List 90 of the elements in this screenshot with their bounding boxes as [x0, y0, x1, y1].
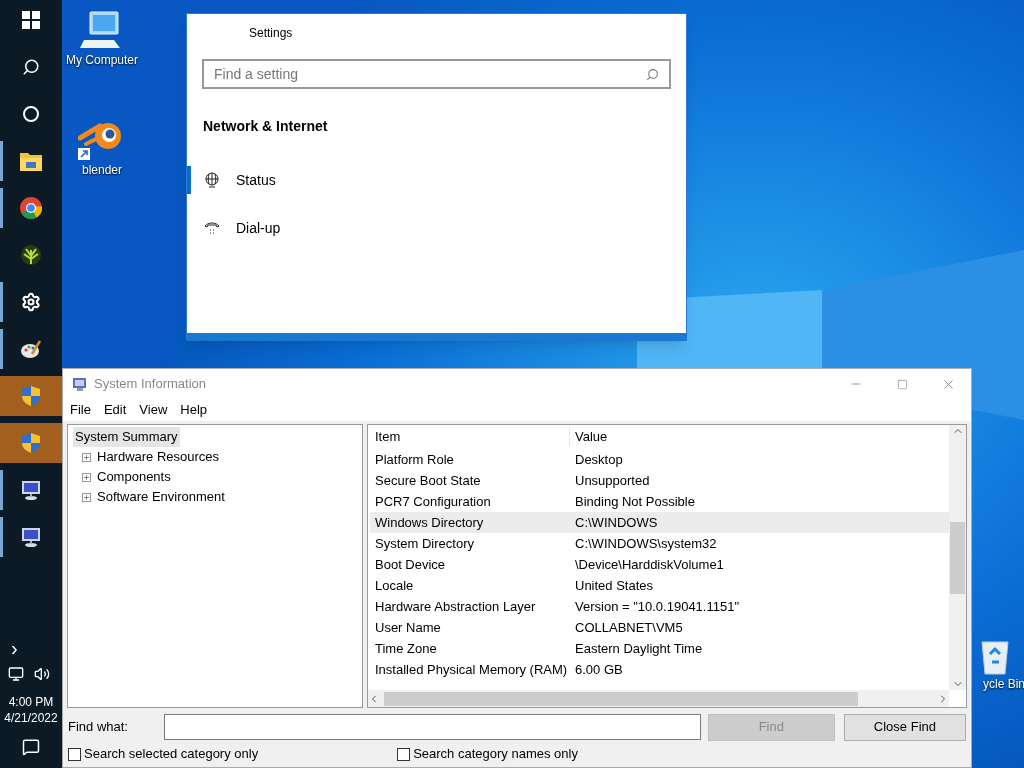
close-find-button[interactable]: Close Find: [843, 713, 966, 741]
windows-logo-icon: [22, 11, 40, 29]
clock-date[interactable]: 4/21/2022: [0, 710, 62, 726]
shield-icon: [21, 432, 41, 454]
phone-icon: [204, 220, 220, 236]
value-cell-text: Unsupported: [574, 471, 650, 490]
desktop-icon-label[interactable]: blender: [82, 162, 122, 178]
find-button: Find: [707, 713, 835, 741]
menu-item[interactable]: View: [139, 400, 168, 420]
clock-time[interactable]: 4:00 PM: [0, 694, 62, 710]
expand-icon[interactable]: [82, 472, 91, 482]
menu-item[interactable]: Edit: [103, 400, 127, 420]
monitor-icon: [20, 526, 42, 548]
expand-icon[interactable]: [82, 452, 91, 462]
menu-item[interactable]: File: [70, 400, 91, 420]
maximize-icon: [896, 378, 908, 390]
column-header[interactable]: Item: [370, 426, 570, 447]
search-icon: [22, 58, 40, 76]
search-icon: [646, 67, 659, 81]
tree-item[interactable]: Hardware Resources: [95, 447, 222, 467]
column-header[interactable]: Value: [570, 426, 608, 447]
item-cell-text: Secure Boot State: [374, 471, 482, 490]
folder-icon: [20, 151, 42, 171]
table-row[interactable]: Platform Role Desktop: [370, 449, 949, 470]
plant-icon: [20, 244, 42, 266]
tree-item[interactable]: Software Environment: [95, 487, 227, 507]
gear-icon: [21, 292, 41, 312]
nav-item[interactable]: Status: [187, 166, 686, 194]
network-icon[interactable]: [8, 666, 24, 682]
value-cell-text: Version = "10.0.19041.1151": [574, 597, 740, 616]
item-cell-text: Installed Physical Memory (RAM): [374, 660, 569, 679]
table-row[interactable]: User Name COLLABNET\VM5: [370, 617, 949, 638]
item-cell-text: Time Zone: [374, 639, 438, 658]
item-cell-text: PCR7 Configuration: [374, 492, 492, 511]
tree-item[interactable]: System Summary: [73, 427, 180, 447]
value-cell-text: United States: [574, 576, 654, 595]
item-cell-text: Boot Device: [374, 555, 447, 574]
table-row[interactable]: Installed Physical Memory (RAM) 6.00 GB: [370, 659, 949, 680]
menu-item[interactable]: Help: [180, 400, 208, 420]
table-row[interactable]: Time Zone Eastern Daylight Time: [370, 638, 949, 659]
value-cell-text: Binding Not Possible: [574, 492, 695, 511]
show-hidden-icons-button[interactable]: ›: [11, 638, 18, 658]
volume-icon[interactable]: [34, 666, 50, 682]
app-icon: [72, 376, 88, 392]
value-cell-text: Desktop: [574, 450, 623, 469]
desktop-icon-label[interactable]: My Computer: [66, 52, 138, 68]
item-cell-text: Hardware Abstraction Layer: [374, 597, 537, 616]
shield-icon: [21, 385, 41, 407]
search-field[interactable]: Find a setting: [202, 59, 671, 89]
value-cell-text: \Device\HarddiskVolume1: [574, 555, 724, 574]
checkbox-label[interactable]: Search category names only: [413, 744, 578, 764]
section-heading: Network & Internet: [203, 117, 328, 136]
item-cell-text: System Directory: [374, 534, 475, 553]
table-row[interactable]: Hardware Abstraction Layer Version = "10.0.19041.1151": [370, 596, 949, 617]
value-cell-text: COLLABNET\VM5: [574, 618, 683, 637]
table-row[interactable]: Boot Device \Device\HarddiskVolume1: [370, 554, 949, 575]
value-cell-text: C:\WINDOWS\system32: [574, 534, 717, 553]
window-title: System Information: [94, 375, 206, 394]
scrollbar-thumb[interactable]: [384, 691, 858, 706]
tree-item[interactable]: Components: [95, 467, 173, 487]
desktop-icon-label[interactable]: ycle Bin: [982, 676, 1024, 692]
window-title: Settings: [249, 25, 293, 42]
expand-icon[interactable]: [82, 492, 91, 502]
scrollbar-thumb[interactable]: [950, 522, 965, 594]
item-cell-text: Locale: [374, 576, 415, 595]
value-cell-text: Eastern Daylight Time: [574, 639, 703, 658]
checkbox[interactable]: [397, 747, 411, 761]
circle-icon: [22, 105, 40, 123]
horizontal-scrollbar[interactable]: [368, 690, 949, 707]
checkbox-label[interactable]: Search selected category only: [84, 744, 259, 764]
chrome-icon: [20, 197, 42, 219]
item-cell-text: Windows Directory: [374, 513, 485, 532]
item-cell-text: Platform Role: [374, 450, 455, 469]
value-cell-text: C:\WINDOWS: [574, 513, 658, 532]
table-row[interactable]: Locale United States: [370, 575, 949, 596]
find-field[interactable]: [164, 714, 701, 740]
table-row[interactable]: PCR7 Configuration Binding Not Possible: [370, 491, 949, 512]
monitor-icon: [20, 479, 42, 501]
table-row[interactable]: Secure Boot State Unsupported: [370, 470, 949, 491]
find-label: Find what:: [68, 718, 129, 737]
table-row[interactable]: Windows Directory C:\WINDOWS: [370, 512, 949, 533]
table-row[interactable]: System Directory C:\WINDOWS\system32: [370, 533, 949, 554]
nav-item[interactable]: Dial-up: [187, 214, 686, 242]
value-cell-text: 6.00 GB: [574, 660, 623, 679]
globe-icon: [204, 172, 220, 188]
vertical-scrollbar[interactable]: [949, 425, 966, 690]
item-cell-text: User Name: [374, 618, 442, 637]
notification-icon[interactable]: [22, 738, 40, 756]
checkbox[interactable]: [68, 747, 81, 761]
palette-icon: [20, 338, 42, 360]
